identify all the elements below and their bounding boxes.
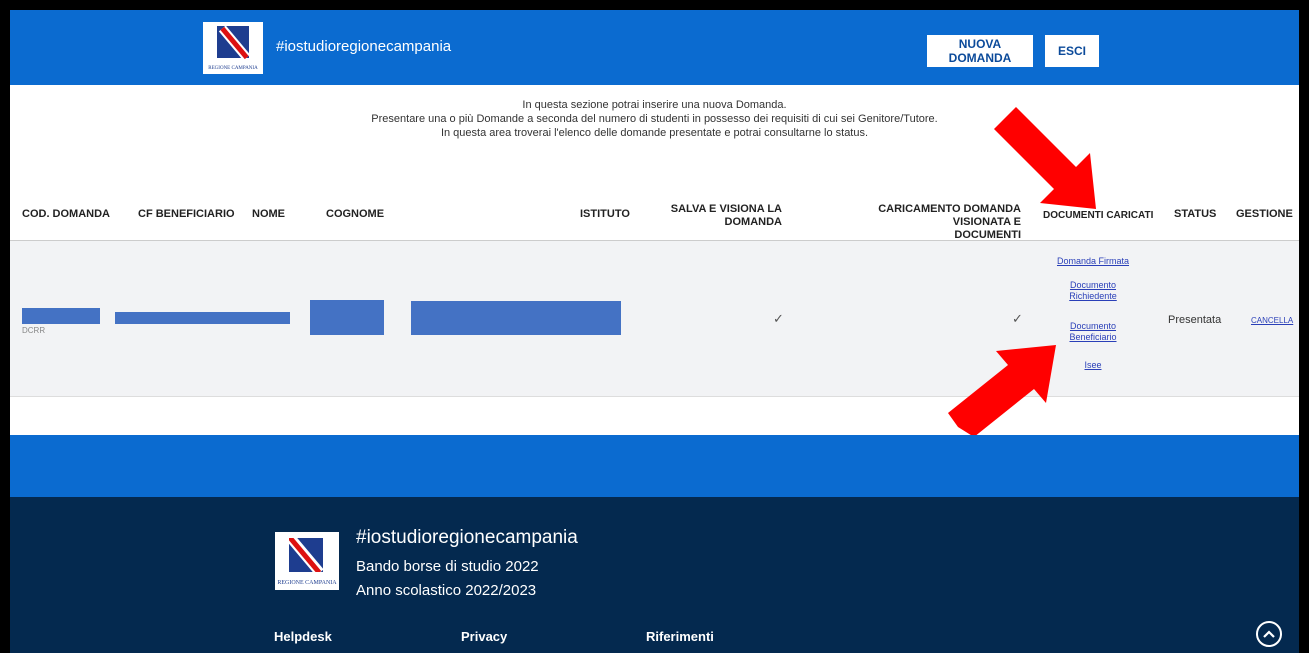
footer-logo-caption: REGIONE CAMPANIA	[277, 580, 337, 586]
logout-button[interactable]: ESCI	[1045, 35, 1099, 67]
red-arrow-icon	[994, 107, 1096, 209]
footer-bando: Bando borse di studio 2022	[356, 558, 539, 575]
chevron-up-icon	[1263, 630, 1275, 638]
col-header-nome: NOME	[252, 208, 285, 220]
col-header-cf-beneficiario: CF BENEFICIARIO	[138, 208, 235, 220]
coat-of-arms-stripe	[289, 538, 322, 572]
new-application-button[interactable]: NUOVA DOMANDA	[927, 35, 1033, 67]
col-header-gestione: GESTIONE	[1236, 208, 1293, 220]
redacted-cf-beneficiario	[115, 312, 290, 324]
link-documento-beneficiario-line2: Beneficiario	[1069, 332, 1117, 342]
footer-anno: Anno scolastico 2022/2023	[356, 582, 537, 599]
footer-logo[interactable]: REGIONE CAMPANIA	[275, 532, 339, 590]
cod-domanda-value: DCRR	[22, 326, 46, 335]
link-documento-richiedente-line2: Richiedente	[1069, 291, 1117, 301]
intro-text: In questa sezione potrai inserire una nu…	[10, 98, 1299, 140]
scroll-to-top-button[interactable]	[1256, 621, 1282, 647]
redacted-istituto	[411, 301, 621, 335]
browser-viewport: REGIONE CAMPANIA #iostudioregionecampani…	[10, 10, 1299, 653]
footer: REGIONE CAMPANIA #iostudioregionecampani…	[10, 497, 1299, 653]
col-header-salva-line1: SALVA E VISIONA LA	[670, 203, 782, 215]
col-header-istituto: ISTITUTO	[580, 208, 630, 220]
coat-of-arms-icon	[289, 538, 323, 572]
link-documento-richiedente-line1: Documento	[1069, 280, 1117, 290]
link-documento-beneficiario-line1: Documento	[1069, 321, 1117, 331]
col-header-cognome: COGNOME	[326, 208, 385, 220]
coat-of-arms-icon	[217, 26, 249, 58]
status-value: Presentata	[1168, 314, 1222, 326]
footer-title: #iostudioregionecampania	[356, 527, 578, 548]
cancel-link[interactable]: CANCELLA	[1251, 316, 1293, 325]
logo-caption: REGIONE CAMPANIA	[208, 66, 258, 71]
footer-link-privacy[interactable]: Privacy	[461, 629, 507, 644]
blue-separator-band	[10, 435, 1299, 497]
footer-link-helpdesk[interactable]: Helpdesk	[274, 629, 332, 644]
redacted-nome-cognome	[310, 300, 384, 335]
redacted-cod-domanda	[22, 308, 100, 324]
intro-line-3: In questa area troverai l'elenco delle d…	[440, 127, 869, 139]
link-domanda-firmata[interactable]: Domanda Firmata	[1050, 256, 1136, 267]
intro-line-2: Presentare una o più Domande a seconda d…	[371, 113, 938, 125]
col-header-status: STATUS	[1174, 208, 1217, 220]
caricamento-check-icon: ✓	[1012, 311, 1023, 326]
top-navbar: REGIONE CAMPANIA #iostudioregionecampani…	[10, 10, 1299, 85]
col-header-salva-visiona: SALVA E VISIONA LA DOMANDA	[650, 203, 782, 229]
link-documento-beneficiario[interactable]: Documento Beneficiario	[1050, 321, 1136, 343]
col-header-cod-domanda: COD. DOMANDA	[22, 208, 110, 220]
link-documento-richiedente[interactable]: Documento Richiedente	[1050, 280, 1136, 302]
footer-link-riferimenti[interactable]: Riferimenti	[646, 629, 714, 644]
regione-campania-logo[interactable]: REGIONE CAMPANIA	[203, 22, 263, 74]
intro-line-1: In questa sezione potrai inserire una nu…	[522, 99, 787, 111]
red-arrow-icon	[948, 345, 1056, 437]
salva-check-icon: ✓	[773, 311, 784, 326]
link-isee[interactable]: Isee	[1050, 360, 1136, 371]
site-title[interactable]: #iostudioregionecampania	[276, 38, 451, 55]
col-header-salva-line2: DOMANDA	[724, 216, 782, 228]
